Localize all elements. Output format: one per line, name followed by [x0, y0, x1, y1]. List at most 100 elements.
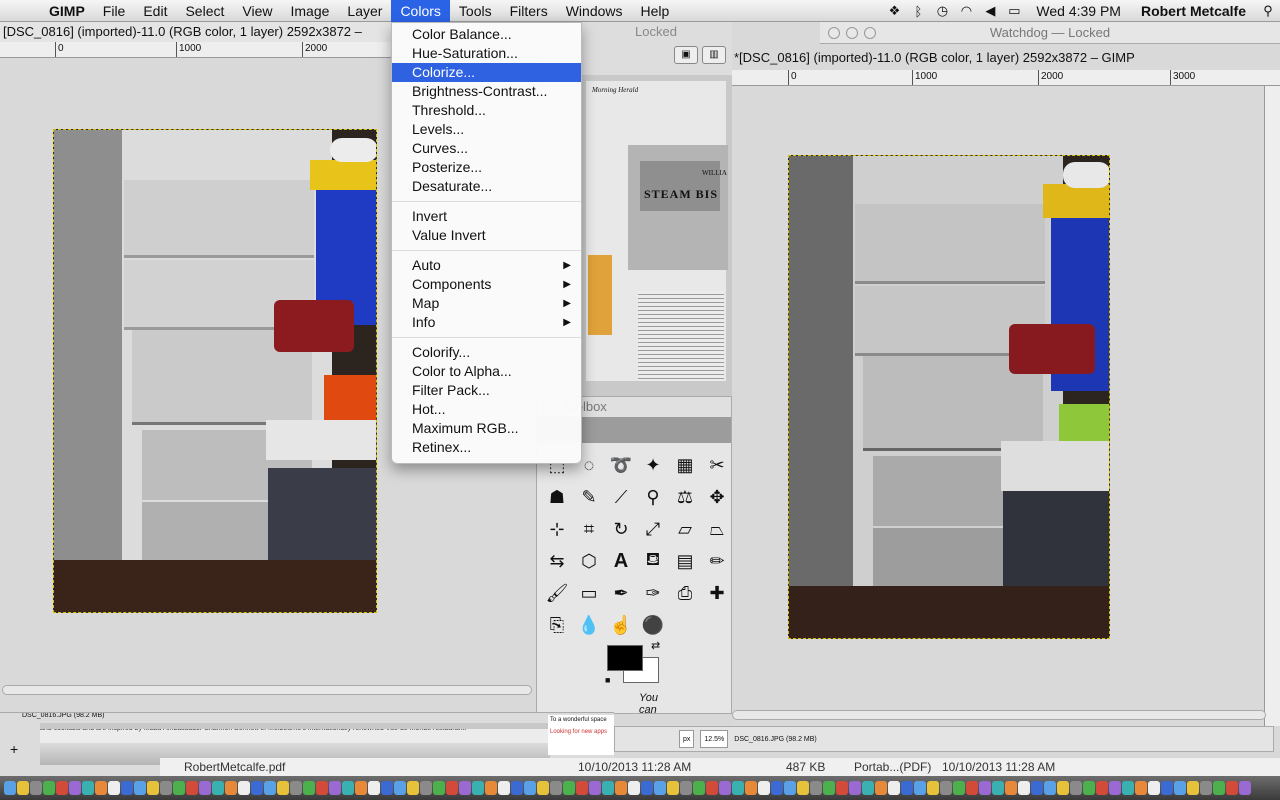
- menu-view[interactable]: View: [233, 0, 281, 22]
- menu-item-color-to-alpha[interactable]: Color to Alpha...: [392, 362, 581, 381]
- dock-app-icon[interactable]: [1135, 781, 1147, 795]
- dock-app-icon[interactable]: [446, 781, 458, 795]
- foreground-select-icon[interactable]: ☗: [541, 481, 573, 513]
- dock-app-icon[interactable]: [121, 781, 133, 795]
- menu-layer[interactable]: Layer: [338, 0, 391, 22]
- move-icon[interactable]: ✥: [701, 481, 733, 513]
- dock-app-icon[interactable]: [914, 781, 926, 795]
- dock-app-icon[interactable]: [628, 781, 640, 795]
- dock-app-icon[interactable]: [823, 781, 835, 795]
- dock-app-icon[interactable]: [4, 781, 16, 795]
- dock-app-icon[interactable]: [537, 781, 549, 795]
- scissors-icon[interactable]: ✂: [701, 449, 733, 481]
- dock-app-icon[interactable]: [316, 781, 328, 795]
- menu-colors[interactable]: Colors: [391, 0, 450, 22]
- dock-app-icon[interactable]: [1239, 781, 1251, 795]
- dock-app-icon[interactable]: [1109, 781, 1121, 795]
- dock-app-icon[interactable]: [1213, 781, 1225, 795]
- menu-select[interactable]: Select: [176, 0, 233, 22]
- eraser-icon[interactable]: ▭: [573, 577, 605, 609]
- finder-row[interactable]: RobertMetcalfe.pdf 10/10/2013 11:28 AM 4…: [160, 758, 1280, 776]
- dock-app-icon[interactable]: [524, 781, 536, 795]
- menu-file[interactable]: File: [94, 0, 135, 22]
- horizontal-scrollbar[interactable]: [732, 710, 1266, 720]
- horizontal-ruler[interactable]: 0 1000 2000 3000: [732, 70, 1280, 86]
- menu-item-hue-saturation[interactable]: Hue-Saturation...: [392, 44, 581, 63]
- image-canvas[interactable]: [788, 155, 1110, 639]
- color-select-icon[interactable]: ▦: [669, 449, 701, 481]
- dock-app-icon[interactable]: [1018, 781, 1030, 795]
- dock-app-icon[interactable]: [1005, 781, 1017, 795]
- menu-item-posterize[interactable]: Posterize...: [392, 158, 581, 177]
- dock-app-icon[interactable]: [784, 781, 796, 795]
- dropbox-icon[interactable]: ❖: [882, 3, 906, 19]
- add-icon[interactable]: +: [10, 741, 18, 757]
- dock-app-icon[interactable]: [745, 781, 757, 795]
- dock-app-icon[interactable]: [225, 781, 237, 795]
- menu-item-brightness-contrast[interactable]: Brightness-Contrast...: [392, 82, 581, 101]
- heal-icon[interactable]: ✚: [701, 577, 733, 609]
- dock-app-icon[interactable]: [108, 781, 120, 795]
- zoom-select[interactable]: 12.5%: [700, 730, 729, 748]
- menu-app[interactable]: GIMP: [40, 0, 94, 22]
- dock-app-icon[interactable]: [563, 781, 575, 795]
- crop-icon[interactable]: ⌗: [573, 513, 605, 545]
- perspective-clone-icon[interactable]: ⎘: [541, 609, 573, 641]
- menu-user[interactable]: Robert Metcalfe: [1131, 3, 1256, 19]
- align-icon[interactable]: ⊹: [541, 513, 573, 545]
- dock-app-icon[interactable]: [966, 781, 978, 795]
- dock-app-icon[interactable]: [199, 781, 211, 795]
- dock-app-icon[interactable]: [1083, 781, 1095, 795]
- dodge-burn-icon[interactable]: ⚫: [637, 609, 669, 641]
- blur-icon[interactable]: 💧: [573, 609, 605, 641]
- dock-app-icon[interactable]: [147, 781, 159, 795]
- dock-app-icon[interactable]: [303, 781, 315, 795]
- view-single-icon[interactable]: ▣: [674, 46, 698, 64]
- dock-app-icon[interactable]: [82, 781, 94, 795]
- dock-app-icon[interactable]: [30, 781, 42, 795]
- dock-app-icon[interactable]: [43, 781, 55, 795]
- dock-app-icon[interactable]: [459, 781, 471, 795]
- dock-app-icon[interactable]: [862, 781, 874, 795]
- scale-icon[interactable]: ⤢: [637, 513, 669, 545]
- free-select-icon[interactable]: ➰: [605, 449, 637, 481]
- dock-app-icon[interactable]: [771, 781, 783, 795]
- dock-app-icon[interactable]: [381, 781, 393, 795]
- dock-app-icon[interactable]: [251, 781, 263, 795]
- dock-app-icon[interactable]: [186, 781, 198, 795]
- dock-app-icon[interactable]: [1187, 781, 1199, 795]
- dock-app-icon[interactable]: [511, 781, 523, 795]
- menu-windows[interactable]: Windows: [557, 0, 632, 22]
- dock-app-icon[interactable]: [1200, 781, 1212, 795]
- dock-app-icon[interactable]: [420, 781, 432, 795]
- dock-app-icon[interactable]: [173, 781, 185, 795]
- dock-app-icon[interactable]: [810, 781, 822, 795]
- pencil-icon[interactable]: ✏: [701, 545, 733, 577]
- spotlight-icon[interactable]: ⚲: [1256, 3, 1280, 19]
- shear-icon[interactable]: ▱: [669, 513, 701, 545]
- bluetooth-icon[interactable]: ᛒ: [906, 4, 930, 19]
- battery-icon[interactable]: ▭: [1002, 3, 1026, 19]
- reset-colors-icon[interactable]: ■: [605, 675, 610, 685]
- perspective-icon[interactable]: ⏢: [701, 513, 733, 545]
- dock-app-icon[interactable]: [1226, 781, 1238, 795]
- dock-app-icon[interactable]: [979, 781, 991, 795]
- dock-app-icon[interactable]: [394, 781, 406, 795]
- dock-app-icon[interactable]: [797, 781, 809, 795]
- time-machine-icon[interactable]: ◷: [930, 3, 954, 19]
- dock-app-icon[interactable]: [693, 781, 705, 795]
- dock-app-icon[interactable]: [992, 781, 1004, 795]
- measure-icon[interactable]: ⚖: [669, 481, 701, 513]
- menu-item-threshold[interactable]: Threshold...: [392, 101, 581, 120]
- menu-help[interactable]: Help: [632, 0, 679, 22]
- dock-app-icon[interactable]: [433, 781, 445, 795]
- menu-item-colorize[interactable]: Colorize...: [392, 63, 581, 82]
- dock-app-icon[interactable]: [1096, 781, 1108, 795]
- dock-app-icon[interactable]: [641, 781, 653, 795]
- menu-image[interactable]: Image: [281, 0, 338, 22]
- dock-app-icon[interactable]: [1031, 781, 1043, 795]
- dock-app-icon[interactable]: [680, 781, 692, 795]
- smudge-icon[interactable]: ☝: [605, 609, 637, 641]
- dock-app-icon[interactable]: [615, 781, 627, 795]
- menu-item-levels[interactable]: Levels...: [392, 120, 581, 139]
